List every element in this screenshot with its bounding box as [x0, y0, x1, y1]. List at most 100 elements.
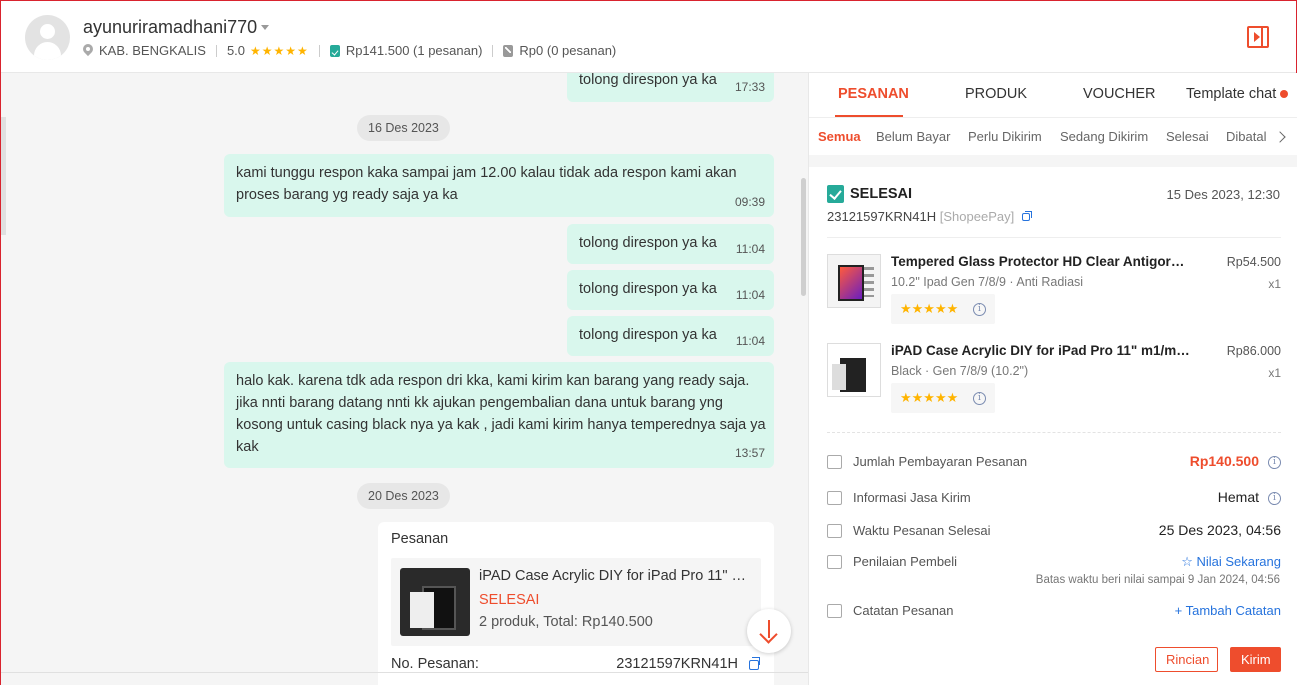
- order-date: 15 Des 2023, 12:30: [1166, 187, 1280, 202]
- product-rating: ★★★★★ i: [891, 383, 995, 413]
- shipping-label: Informasi Jasa Kirim: [853, 490, 971, 505]
- divider: [318, 44, 320, 57]
- username[interactable]: ayunuriramadhani770: [83, 17, 257, 38]
- tab-voucher[interactable]: VOUCHER: [1083, 86, 1156, 102]
- copy-icon[interactable]: [1021, 211, 1032, 221]
- message-bubble[interactable]: tolong direspon ya ka 11:04: [567, 316, 774, 356]
- message-time: 13:57: [734, 446, 765, 460]
- buyer-location: KAB. BENGKALIS: [99, 43, 206, 58]
- active-tab-indicator: [835, 115, 903, 117]
- product-thumbnail: [827, 254, 881, 308]
- avatar[interactable]: [25, 15, 70, 60]
- info-icon[interactable]: i: [973, 303, 986, 316]
- message-bubble[interactable]: kami tunggu respon kaka sampai jam 12.00…: [224, 154, 774, 217]
- truck-icon: [827, 491, 842, 505]
- chat-header: ayunuriramadhani770 KAB. BENGKALIS 5.0 ★…: [1, 1, 1296, 73]
- message-bubble[interactable]: halo kak. karena tdk ada respon dri kka,…: [224, 362, 774, 468]
- divider: [215, 44, 217, 57]
- completed-time-row: Waktu Pesanan Selesai 25 Des 2023, 04:56: [827, 521, 1281, 543]
- details-button[interactable]: Rincian: [1155, 647, 1218, 672]
- product-variant: Black · Gen 7/8/9 (10.2"): [891, 364, 1029, 378]
- message-time: 11:04: [735, 334, 765, 348]
- product-quantity: x1: [1268, 366, 1281, 380]
- tab-template-chat[interactable]: Template chat: [1186, 86, 1289, 102]
- product-variant: 10.2" Ipad Gen 7/8/9 · Anti Radiasi: [891, 275, 1084, 289]
- filter-selesai[interactable]: Selesai: [1166, 129, 1209, 144]
- product-name: iPAD Case Acrylic DIY for iPad Pro 11" m…: [479, 568, 754, 584]
- send-button[interactable]: Kirim: [1230, 647, 1281, 672]
- filter-semua[interactable]: Semua: [818, 129, 861, 144]
- product-rating: ★★★★★ i: [891, 294, 995, 324]
- buyer-rating: 5.0: [226, 43, 246, 58]
- filter-sedang-dikirim[interactable]: Sedang Dikirim: [1060, 129, 1148, 144]
- review-deadline: Batas waktu beri nilai sampai 9 Jan 2024…: [1035, 574, 1280, 586]
- divider: [1, 672, 808, 673]
- chevron-down-icon[interactable]: [261, 25, 269, 30]
- info-icon[interactable]: i: [973, 392, 986, 405]
- tab-produk[interactable]: PRODUK: [965, 86, 1027, 102]
- paid-orders-icon: [329, 44, 340, 57]
- message-time: 11:04: [735, 242, 765, 256]
- order-message-card[interactable]: Pesanan iPAD Case Acrylic DIY for iPad P…: [378, 522, 774, 685]
- filter-perlu-dikirim[interactable]: Perlu Dikirim: [968, 129, 1042, 144]
- review-label: Penilaian Pembeli: [853, 554, 958, 569]
- message-bubble[interactable]: tolong direspon ya ka 17:33: [567, 73, 774, 102]
- message-bubble[interactable]: tolong direspon ya ka 11:04: [567, 270, 774, 310]
- note-row: Catatan Pesanan + Tambah Catatan: [827, 601, 1281, 623]
- cancelled-orders-icon: [503, 44, 514, 57]
- scroll-down-button[interactable]: [747, 609, 791, 653]
- order-id-row: 23121597KRN41H [ShopeePay]: [827, 209, 1032, 224]
- tab-pesanan[interactable]: PESANAN: [838, 86, 909, 102]
- rating-stars: ★★★★★: [250, 43, 309, 58]
- chat-edge: [1, 117, 6, 235]
- notification-dot: [1280, 90, 1289, 99]
- order-number: 23121597KRN41H: [616, 656, 738, 672]
- divider: [827, 432, 1281, 433]
- info-icon[interactable]: i: [1268, 456, 1281, 469]
- order-id: 23121597KRN41H: [827, 209, 937, 224]
- copy-icon[interactable]: [749, 657, 760, 670]
- filter-belum-bayar[interactable]: Belum Bayar: [876, 129, 950, 144]
- add-note-link[interactable]: + Tambah Catatan: [1175, 603, 1281, 618]
- rate-now-link[interactable]: ☆ Nilai Sekarang: [1181, 554, 1281, 570]
- message-time: 11:04: [735, 288, 765, 302]
- message-text: kami tunggu respon kaka sampai jam 12.00…: [236, 165, 737, 203]
- info-icon[interactable]: i: [1268, 492, 1281, 505]
- location-icon: [83, 44, 93, 57]
- note-label: Catatan Pesanan: [853, 603, 954, 618]
- message-text: tolong direspon ya ka: [579, 235, 717, 251]
- order-filter-tabs: Semua Belum Bayar Perlu Dikirim Sedang D…: [809, 119, 1297, 155]
- product-thumbnail: [827, 343, 881, 397]
- collapse-panel-icon[interactable]: [1247, 26, 1269, 48]
- payment-method: [ShopeePay]: [939, 209, 1015, 224]
- order-item[interactable]: Tempered Glass Protector HD Clear Antigo…: [827, 254, 1281, 330]
- order-total: 2 produk, Total: Rp140.500: [479, 614, 653, 630]
- chevron-right-icon[interactable]: [1267, 119, 1297, 155]
- order-status: SELESAI: [850, 186, 913, 202]
- panel-tabs: PESANAN PRODUK VOUCHER Template chat: [809, 73, 1297, 118]
- completed-time-value: 25 Des 2023, 04:56: [1158, 522, 1281, 538]
- order-panel: PESANAN PRODUK VOUCHER Template chat Sem…: [808, 73, 1297, 685]
- order-item[interactable]: iPAD Case Acrylic DIY for iPad Pro 11" m…: [827, 343, 1281, 419]
- cancelled-orders-summary: Rp0 (0 pesanan): [519, 43, 617, 58]
- note-icon: [827, 604, 842, 618]
- product-thumbnail: [400, 568, 470, 636]
- paid-orders-summary: Rp141.500 (1 pesanan): [345, 43, 483, 58]
- rating-stars: ★★★★★: [900, 301, 959, 316]
- message-bubble[interactable]: tolong direspon ya ka 11:04: [567, 224, 774, 264]
- message-time: 09:39: [734, 195, 765, 209]
- chat-scrollbar[interactable]: [801, 178, 806, 296]
- message-text: tolong direspon ya ka: [579, 327, 717, 343]
- product-name[interactable]: Tempered Glass Protector HD Clear Antigo…: [891, 254, 1191, 269]
- message-text: halo kak. karena tdk ada respon dri kka,…: [236, 373, 766, 455]
- divider: [492, 44, 494, 57]
- review-row: Penilaian Pembeli ☆ Nilai Sekarang: [827, 552, 1281, 574]
- product-quantity: x1: [1268, 277, 1281, 291]
- order-card-product[interactable]: iPAD Case Acrylic DIY for iPad Pro 11" m…: [391, 558, 761, 646]
- chat-messages[interactable]: tolong direspon ya ka 17:33 16 Des 2023 …: [1, 73, 808, 685]
- divider: [827, 237, 1281, 238]
- payment-row: Jumlah Pembayaran Pesanan Rp140.500 i: [827, 452, 1281, 474]
- product-name[interactable]: iPAD Case Acrylic DIY for iPad Pro 11" m…: [891, 343, 1191, 358]
- payment-icon: [827, 455, 842, 469]
- calendar-icon: [827, 524, 842, 538]
